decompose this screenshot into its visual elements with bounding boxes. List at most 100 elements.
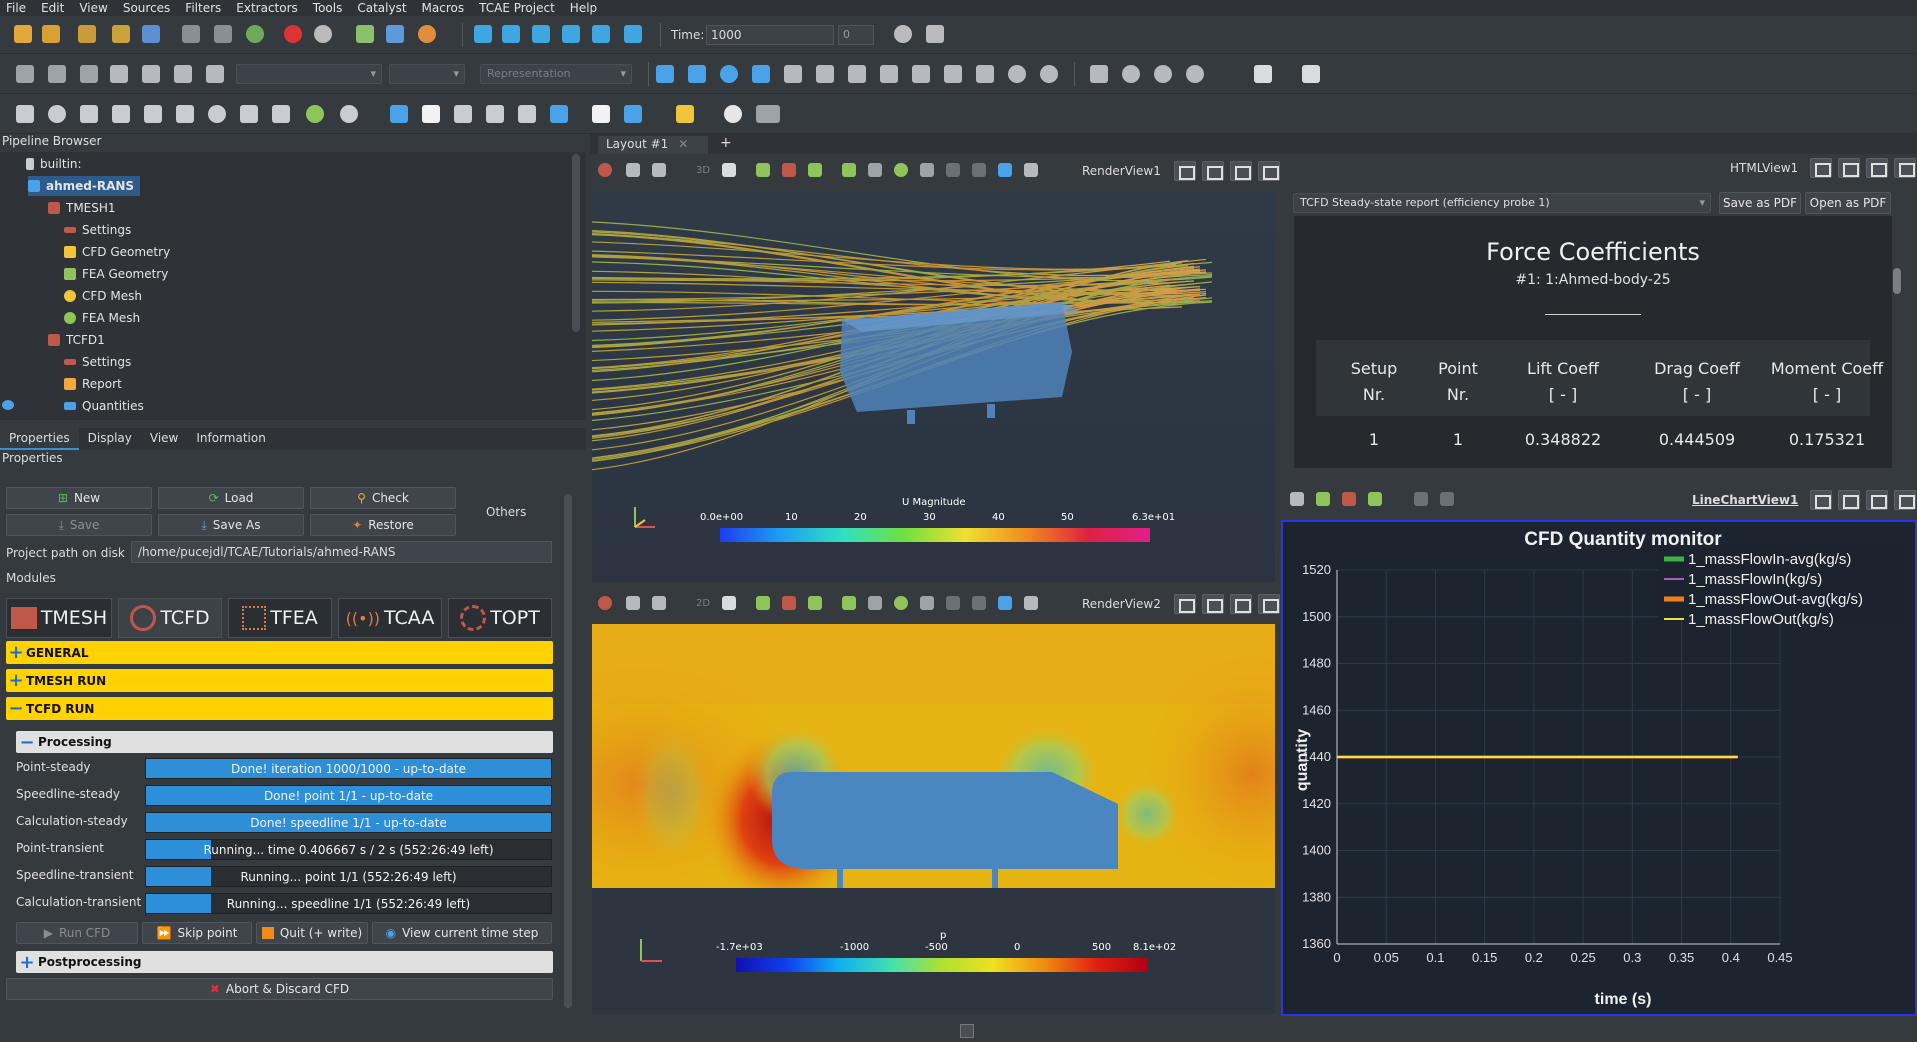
linechart-view[interactable]: CFD Quantity monitor time (s) quantity 0…	[1281, 520, 1917, 1016]
first-frame-icon[interactable]	[474, 25, 492, 43]
close-icon[interactable]	[960, 1024, 974, 1038]
find-data-icon[interactable]	[1024, 596, 1038, 610]
maximize-button[interactable]	[1866, 158, 1888, 178]
palette-icon[interactable]	[418, 25, 436, 43]
close-view-button[interactable]	[1258, 594, 1280, 614]
view-minus-z-icon[interactable]	[976, 65, 994, 83]
quit-write-button[interactable]: Quit (+ write)	[256, 922, 368, 944]
glyph-icon[interactable]	[208, 105, 226, 123]
maximize-button[interactable]	[1230, 594, 1252, 614]
slice-icon[interactable]	[112, 105, 130, 123]
tree-item-cfd-geometry[interactable]: CFD Geometry	[64, 242, 170, 262]
reset-center-icon[interactable]	[1186, 65, 1204, 83]
menu-edit[interactable]: Edit	[41, 1, 64, 15]
rescale-visible-icon[interactable]	[174, 65, 192, 83]
redo-icon[interactable]	[314, 25, 332, 43]
tree-item-builtin[interactable]: builtin:	[26, 154, 82, 174]
interactive-select-icon[interactable]	[894, 163, 908, 177]
rotate-ccw-icon[interactable]	[1040, 65, 1058, 83]
save-button[interactable]: ⤓ Save	[6, 514, 152, 536]
representation-select[interactable]: Representation	[480, 64, 632, 84]
grow-selection-icon[interactable]	[946, 596, 960, 610]
capture-icon[interactable]	[626, 163, 640, 177]
new-button[interactable]: ⊞ New	[6, 487, 152, 509]
menu-catalyst[interactable]: Catalyst	[357, 1, 406, 15]
tab-properties[interactable]: Properties	[0, 428, 79, 450]
view-plus-x-icon[interactable]	[816, 65, 834, 83]
eye-icon[interactable]	[2, 400, 14, 410]
previous-frame-icon[interactable]	[502, 25, 520, 43]
report-select[interactable]: TCFD Steady-state report (efficiency pro…	[1293, 193, 1711, 213]
menu-filters[interactable]: Filters	[185, 1, 221, 15]
save-as-pdf-button[interactable]: Save as PDF	[1719, 192, 1801, 214]
skip-point-button[interactable]: ⏩ Skip point	[142, 922, 252, 944]
tree-item-quantities[interactable]: Quantities	[64, 396, 144, 416]
plot-over-line-icon[interactable]	[422, 105, 440, 123]
tab-view[interactable]: View	[141, 428, 187, 450]
close-view-button[interactable]	[1894, 490, 1916, 510]
histogram-icon[interactable]	[454, 105, 472, 123]
split-vertical-button[interactable]	[1202, 161, 1224, 181]
select-polygon-icon[interactable]	[842, 596, 856, 610]
integrate-icon[interactable]	[486, 105, 504, 123]
tree-item-fea-geometry[interactable]: FEA Geometry	[64, 264, 168, 284]
color-component-select[interactable]	[389, 64, 465, 84]
split-vertical-button[interactable]	[1202, 594, 1224, 614]
open-as-pdf-button[interactable]: Open as PDF	[1805, 192, 1891, 214]
rescale-custom-icon[interactable]	[142, 65, 160, 83]
warp-icon[interactable]	[272, 105, 290, 123]
time-index-spinbox[interactable]: 0	[838, 25, 874, 45]
module-tab-tmesh[interactable]: TMESH	[6, 598, 112, 638]
view-plus-z-icon[interactable]	[944, 65, 962, 83]
open-recent-icon[interactable]	[42, 25, 60, 43]
split-horizontal-button[interactable]	[1174, 594, 1196, 614]
zoom-to-data-icon[interactable]	[720, 65, 738, 83]
tree-item-fea-mesh[interactable]: FEA Mesh	[64, 308, 140, 328]
tree-item-settings[interactable]: Settings	[64, 352, 131, 372]
select-points-icon[interactable]	[782, 163, 796, 177]
renderview2-canvas[interactable]: p -1.7e+03 -1000 -500 0 500 8.1e+02	[592, 624, 1275, 1014]
connect-icon[interactable]	[112, 25, 130, 43]
screenshot-icon[interactable]	[652, 596, 666, 610]
calculator-icon[interactable]	[16, 105, 34, 123]
load-button[interactable]: ⟳ Load	[158, 487, 304, 509]
open-folder-icon[interactable]	[14, 25, 32, 43]
zoom-icon[interactable]	[722, 163, 736, 177]
reset-camera-icon[interactable]	[656, 65, 674, 83]
color-variable-select[interactable]	[236, 64, 382, 84]
time-input[interactable]: 1000	[706, 25, 834, 45]
maximize-button[interactable]	[1230, 161, 1252, 181]
texture-icon[interactable]	[756, 105, 780, 123]
menu-sources[interactable]: Sources	[123, 1, 170, 15]
clear-selection-icon[interactable]	[998, 163, 1012, 177]
clear-selection-icon[interactable]	[998, 596, 1012, 610]
save-data-icon[interactable]	[78, 25, 96, 43]
edit-color-map-icon[interactable]	[48, 65, 66, 83]
select-polygon-icon[interactable]	[842, 163, 856, 177]
view-plus-y-icon[interactable]	[880, 65, 898, 83]
menu-tcae-project[interactable]: TCAE Project	[479, 1, 555, 15]
menu-view[interactable]: View	[79, 1, 107, 15]
shrink-selection-icon[interactable]	[972, 596, 986, 610]
interaction-mode-icon[interactable]	[1090, 65, 1108, 83]
extract-subset-icon[interactable]	[176, 105, 194, 123]
view-time-step-button[interactable]: ◉ View current time step	[372, 922, 552, 944]
select-block-icon[interactable]	[868, 163, 882, 177]
close-view-button[interactable]	[1894, 158, 1916, 178]
select-points-icon[interactable]	[1316, 492, 1330, 506]
cylinder-icon[interactable]	[724, 105, 742, 123]
tree-item-cfd-mesh[interactable]: CFD Mesh	[64, 286, 142, 306]
add-tab-icon[interactable]: +	[720, 135, 732, 151]
select-frustum-icon[interactable]	[808, 596, 822, 610]
check-button[interactable]: ⚲ Check	[310, 487, 456, 509]
grow-selection-icon[interactable]	[946, 163, 960, 177]
select-frustum-icon[interactable]	[808, 163, 822, 177]
python-shell-icon[interactable]	[356, 25, 374, 43]
capture-icon[interactable]	[626, 596, 640, 610]
rotate-cw-icon[interactable]	[1008, 65, 1026, 83]
menu-file[interactable]: File	[6, 1, 26, 15]
loop-icon[interactable]	[624, 25, 642, 43]
select-cells-icon[interactable]	[756, 596, 770, 610]
hover-points-icon[interactable]	[920, 596, 934, 610]
screenshot-icon[interactable]	[652, 163, 666, 177]
